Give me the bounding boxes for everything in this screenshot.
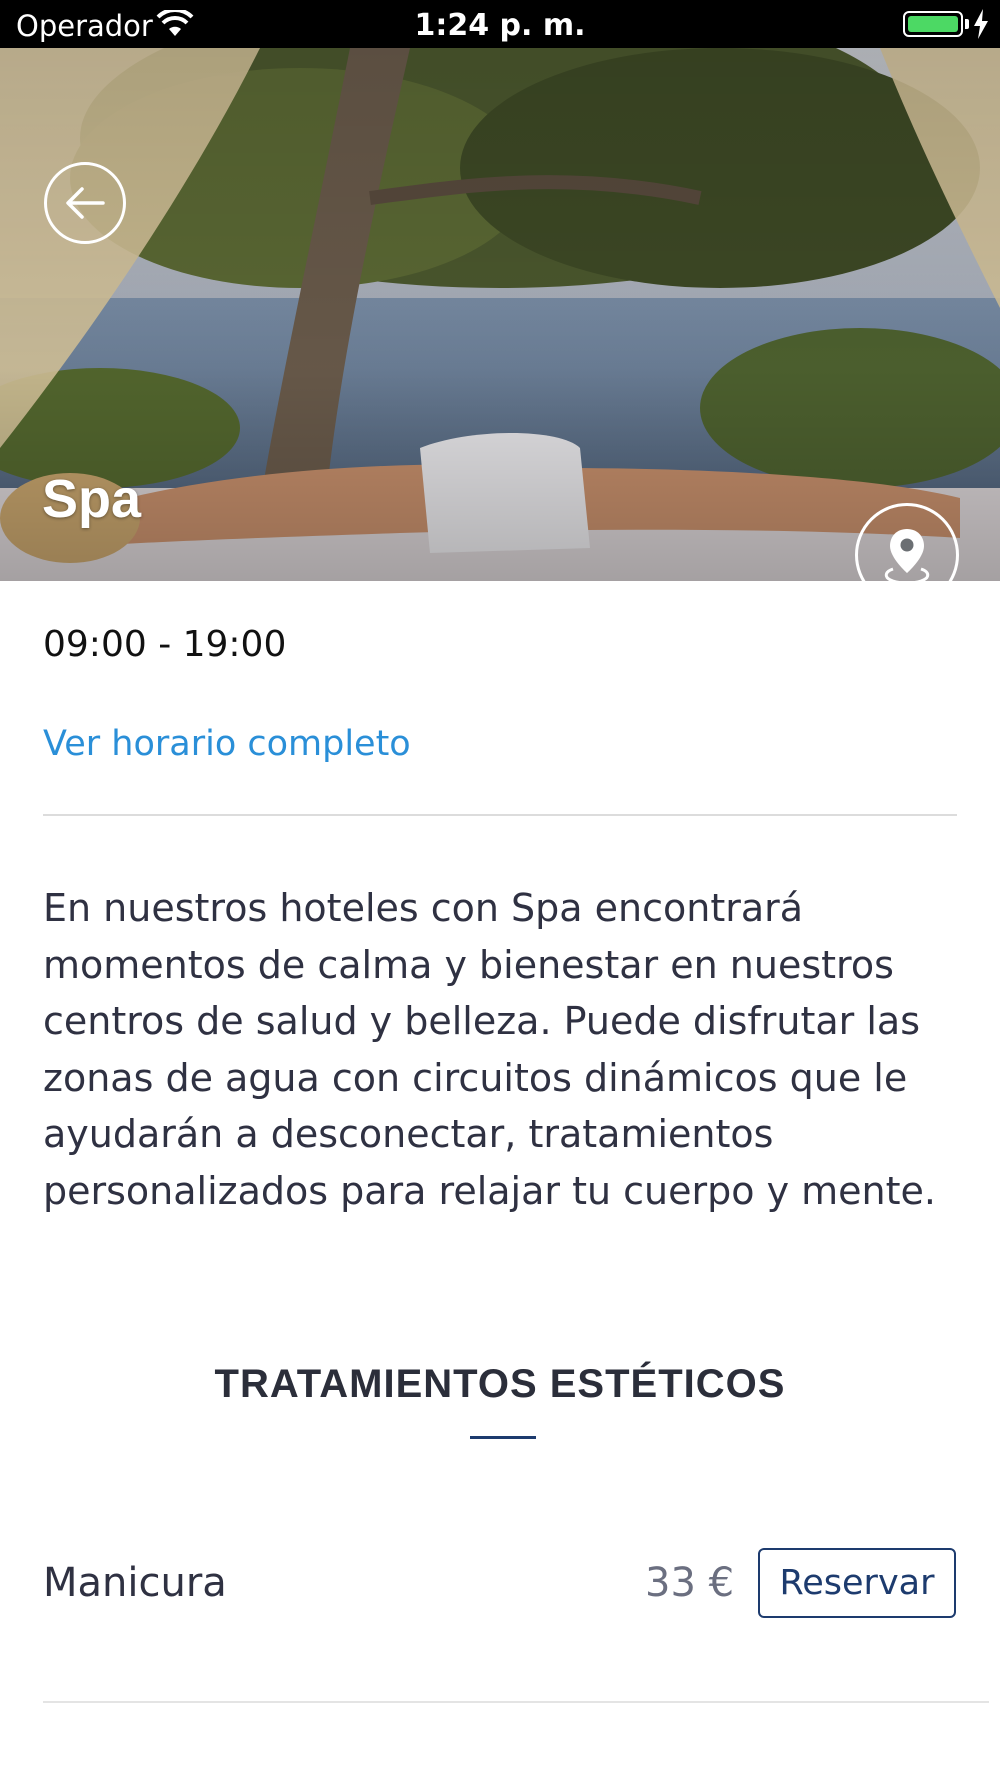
status-bar: Operador 1:24 p. m. bbox=[0, 0, 1000, 48]
battery-tip bbox=[965, 19, 969, 29]
hero-image: Spa bbox=[0, 48, 1000, 581]
section-underline bbox=[470, 1436, 536, 1439]
spa-description: En nuestros hoteles con Spa encontrará m… bbox=[43, 886, 936, 1213]
status-time: 1:24 p. m. bbox=[414, 8, 586, 43]
page-title: Spa bbox=[42, 469, 142, 529]
charging-bolt-icon bbox=[974, 9, 988, 39]
treatment-name: Manicura bbox=[43, 1560, 227, 1606]
treatment-price: 33 € bbox=[645, 1560, 735, 1606]
full-schedule-link[interactable]: Ver horario completo bbox=[43, 724, 411, 764]
arrow-left-icon bbox=[66, 187, 105, 219]
back-button[interactable] bbox=[44, 162, 126, 244]
spa-photo bbox=[0, 48, 1000, 581]
battery-icon bbox=[903, 11, 963, 37]
section-title: TRATAMIENTOS ESTÉTICOS bbox=[214, 1362, 786, 1406]
treatment-row: Manicura 33 € Reservar bbox=[0, 1540, 1000, 1630]
map-pin-icon bbox=[884, 529, 930, 581]
divider bbox=[43, 814, 957, 816]
reserve-button[interactable]: Reservar bbox=[758, 1548, 956, 1618]
opening-hours: 09:00 - 19:00 bbox=[43, 624, 287, 665]
divider bbox=[43, 1701, 989, 1703]
